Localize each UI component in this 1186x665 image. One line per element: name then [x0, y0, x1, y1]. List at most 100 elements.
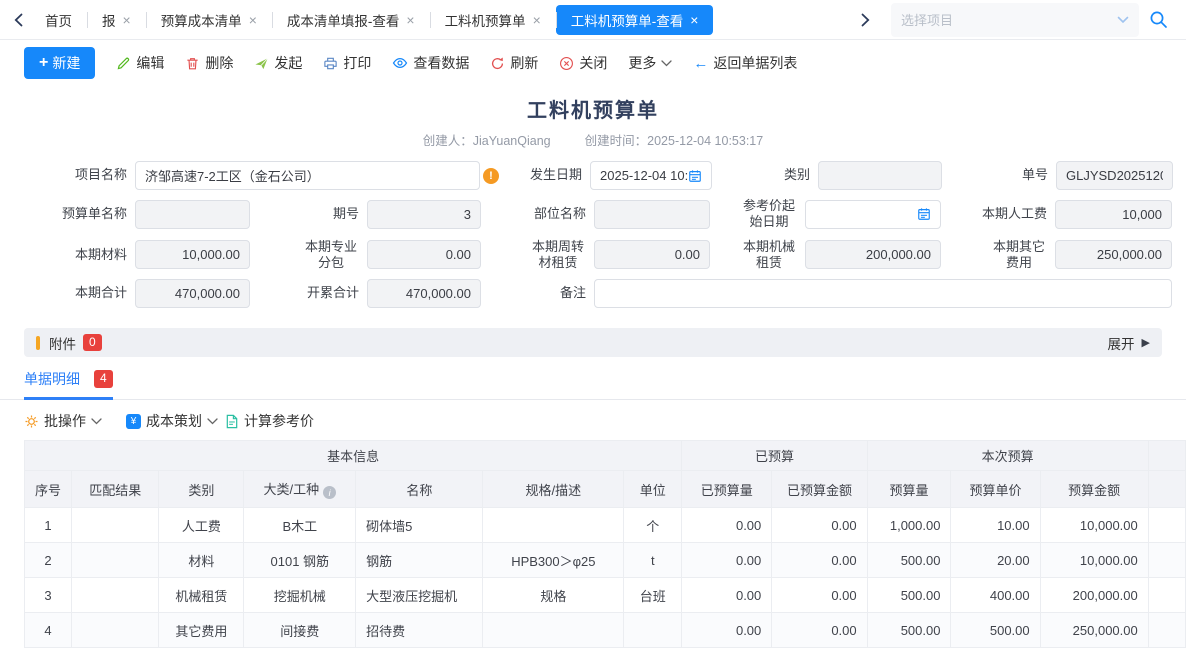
- tab-3[interactable]: 成本清单填报-查看×: [272, 5, 430, 35]
- machine-rent-input[interactable]: 200,000.00: [805, 240, 941, 269]
- calendar-icon[interactable]: [688, 169, 702, 183]
- calc-reference-price-button[interactable]: 计算参考价: [225, 411, 314, 431]
- grid-column-header[interactable]: 预算量: [867, 471, 951, 508]
- field-occur-date: 发生日期 2025-12-04 10:: [502, 161, 712, 190]
- back-to-list-button[interactable]: ← 返回单据列表: [693, 53, 797, 73]
- labor-cost-input[interactable]: 10,000: [1055, 200, 1172, 229]
- grid-column-header[interactable]: 规格/描述: [483, 471, 624, 508]
- print-button[interactable]: 打印: [323, 53, 371, 73]
- doc-no-input[interactable]: GLJYSD202512040: [1056, 161, 1173, 190]
- table-cell: HPB300＞φ25: [483, 543, 624, 578]
- occur-date-input[interactable]: 2025-12-04 10:: [590, 161, 712, 190]
- tab-detail[interactable]: 单据明细 4: [24, 369, 113, 400]
- tab-label: 工料机预算单-查看: [571, 10, 684, 30]
- table-row[interactable]: 3机械租赁挖掘机械大型液压挖掘机规格台班0.000.00500.00400.00…: [25, 578, 1186, 613]
- tab-close-icon[interactable]: ×: [406, 13, 414, 27]
- info-icon[interactable]: i: [323, 486, 336, 499]
- tab-close-icon[interactable]: ×: [249, 13, 257, 27]
- more-button[interactable]: 更多: [628, 53, 672, 73]
- table-row[interactable]: 1人工费B木工砌体墙5个0.000.001,000.0010.0010,000.…: [25, 508, 1186, 543]
- tab-close-icon[interactable]: ×: [533, 13, 541, 27]
- grid-column-header[interactable]: 大类/工种i: [244, 471, 356, 508]
- tab-0[interactable]: 首页: [30, 5, 87, 35]
- new-button[interactable]: + 新建: [24, 47, 95, 79]
- field-period-total: 本期合计 470,000.00: [14, 279, 250, 308]
- grid-toolbar: 批操作 ¥ 成本策划 计算参考价: [0, 400, 1186, 440]
- grid-column-header[interactable]: 名称: [356, 471, 483, 508]
- tab-close-icon[interactable]: ×: [123, 13, 131, 27]
- table-cell: [72, 578, 159, 613]
- grid-column-header[interactable]: 单位: [624, 471, 682, 508]
- tab-1[interactable]: 报×: [87, 5, 146, 35]
- batch-operations-button[interactable]: 批操作: [24, 411, 102, 431]
- tab-2[interactable]: 预算成本清单 ×: [146, 5, 272, 35]
- warning-icon[interactable]: !: [483, 168, 499, 184]
- grid-column-header[interactable]: 序号: [25, 471, 72, 508]
- tabs-scroll-left-icon[interactable]: [6, 5, 30, 35]
- grid-group-header: 基本信息: [25, 441, 682, 471]
- grid-column-header[interactable]: 已预算金额: [772, 471, 867, 508]
- period-total-input[interactable]: 470,000.00: [135, 279, 250, 308]
- view-data-button[interactable]: 查看数据: [392, 53, 469, 73]
- turnover-rent-input[interactable]: 0.00: [594, 240, 710, 269]
- grid-column-header[interactable]: 类别: [159, 471, 244, 508]
- cumulative-total-input[interactable]: 470,000.00: [367, 279, 481, 308]
- table-cell: 20.00: [951, 543, 1040, 578]
- table-cell: [483, 508, 624, 543]
- search-icon[interactable]: [1149, 10, 1168, 29]
- initiate-button[interactable]: 发起: [254, 53, 302, 73]
- table-cell: 规格: [483, 578, 624, 613]
- table-cell: 500.00: [867, 578, 951, 613]
- part-name-input[interactable]: [594, 200, 710, 229]
- attachment-count-badge: 0: [83, 334, 102, 352]
- field-project-name: 项目名称 济邹高速7-2工区（金石公司）: [14, 161, 480, 190]
- refresh-icon: [490, 56, 505, 71]
- page-title: 工料机预算单: [0, 94, 1186, 123]
- cost-planning-button[interactable]: ¥ 成本策划: [126, 411, 218, 431]
- project-select[interactable]: 选择项目: [891, 3, 1139, 37]
- project-name-input[interactable]: 济邹高速7-2工区（金石公司）: [135, 161, 480, 190]
- material-input[interactable]: 10,000.00: [135, 240, 250, 269]
- edit-button[interactable]: 编辑: [116, 53, 164, 73]
- table-cell: 0.00: [682, 613, 772, 648]
- refresh-button[interactable]: 刷新: [490, 53, 538, 73]
- close-button[interactable]: 关闭: [559, 53, 607, 73]
- category-input[interactable]: [818, 161, 942, 190]
- table-cell: [624, 613, 682, 648]
- grid-column-header[interactable]: 已预算量: [682, 471, 772, 508]
- tabs-scroll-right-icon[interactable]: [853, 5, 877, 35]
- tab-4[interactable]: 工料机预算单×: [430, 5, 556, 35]
- other-cost-input[interactable]: 250,000.00: [1055, 240, 1172, 269]
- remark-input[interactable]: [594, 279, 1172, 308]
- grid-column-header[interactable]: 匹配结果: [72, 471, 159, 508]
- budget-name-input[interactable]: [135, 200, 250, 229]
- table-cell: 500.00: [951, 613, 1040, 648]
- tab-list: 首页报×预算成本清单×成本清单填报-查看×工料机预算单×工料机预算单-查看×: [30, 5, 713, 35]
- table-cell: 4: [25, 613, 72, 648]
- table-row[interactable]: 2材料0101 钢筋钢筋HPB300＞φ25t0.000.00500.0020.…: [25, 543, 1186, 578]
- attachment-bar[interactable]: 附件 0 展开 ▶: [24, 328, 1162, 357]
- field-label: 本期人工费: [941, 206, 1055, 222]
- field-label: 本期机械租赁: [710, 239, 805, 272]
- grid-column-header[interactable]: 预算单价: [951, 471, 1040, 508]
- field-label: 项目名称: [14, 167, 135, 183]
- tab-bar-right: 选择项目: [853, 3, 1180, 37]
- tab-5-active[interactable]: 工料机预算单-查看 ×: [556, 5, 714, 35]
- back-arrow-icon: ←: [693, 55, 708, 72]
- table-cell: 招待费: [356, 613, 483, 648]
- grid-column-header[interactable]: 预算金额: [1040, 471, 1148, 508]
- period-no-input[interactable]: 3: [367, 200, 481, 229]
- table-row[interactable]: 4其它费用间接费招待费0.000.00500.00500.00250,000.0…: [25, 613, 1186, 648]
- expand-button[interactable]: 展开 ▶: [1108, 333, 1150, 353]
- field-cumulative-total: 开累合计 470,000.00: [250, 279, 481, 308]
- field-machine-rent: 本期机械租赁 200,000.00: [710, 239, 941, 272]
- ref-price-date-input[interactable]: [805, 200, 941, 229]
- delete-button[interactable]: 删除: [185, 53, 233, 73]
- field-label: 本期材料: [14, 247, 135, 263]
- calendar-icon[interactable]: [917, 207, 931, 221]
- subcontract-input[interactable]: 0.00: [367, 240, 481, 269]
- form-row-1: 项目名称 济邹高速7-2工区（金石公司） ! 发生日期 2025-12-04 1…: [14, 161, 1172, 190]
- field-label: 本期合计: [14, 285, 135, 301]
- tab-label: 预算成本清单: [161, 10, 242, 30]
- tab-close-icon[interactable]: ×: [690, 13, 698, 27]
